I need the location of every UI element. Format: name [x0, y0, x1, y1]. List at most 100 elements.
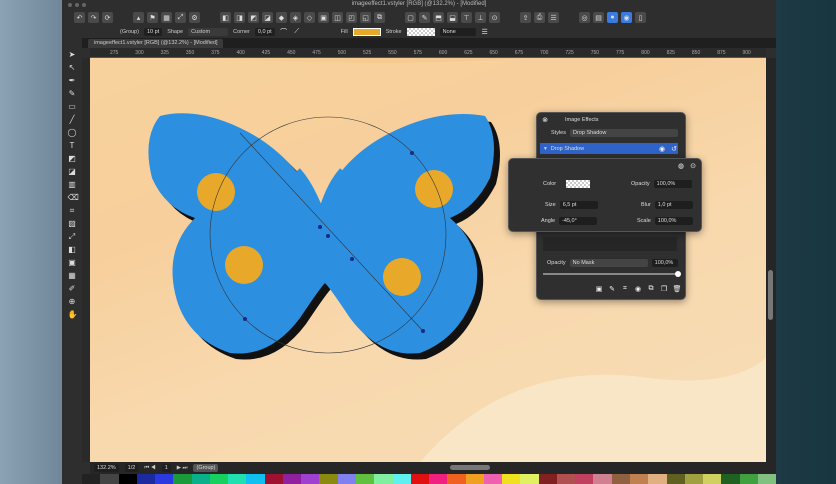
trash-icon[interactable]: 🗑 [673, 285, 682, 293]
palette-swatch[interactable] [209, 474, 229, 484]
combine-icon[interactable]: ◪ [262, 12, 273, 23]
brush-tool-icon[interactable]: ✎ [68, 89, 77, 98]
view-icon[interactable]: ◎ [579, 12, 590, 23]
crop-effect-icon[interactable]: ⌗ [621, 285, 629, 293]
stroke-width-field[interactable]: 10 pt [143, 28, 163, 36]
styles-panel-icon[interactable]: ◉ [621, 12, 632, 23]
palette-swatch[interactable] [721, 474, 740, 484]
styles-select[interactable]: Drop Shadow [569, 129, 678, 137]
edit-effect-icon[interactable]: ✎ [608, 285, 616, 293]
scale-field[interactable]: 100,0% [654, 217, 693, 225]
palette-swatch[interactable] [757, 474, 777, 484]
palette-swatch[interactable] [666, 474, 685, 484]
boolean-intersect-icon[interactable]: ◩ [248, 12, 259, 23]
stroke-options-icon[interactable]: ☰ [481, 28, 489, 36]
print-icon[interactable]: ⎙ [534, 12, 545, 23]
document-tab[interactable]: imageeffect1.vstyler [RGB] (@132.2%) - [… [88, 39, 224, 48]
group-icon[interactable]: ◈ [290, 12, 301, 23]
palette-swatch[interactable] [611, 474, 630, 484]
eyedropper-tool-icon[interactable]: ✐ [68, 284, 77, 293]
shape-select[interactable]: Custom [188, 28, 229, 36]
copy-icon[interactable]: ⧉ [647, 285, 655, 293]
shape-tool-icon[interactable]: ◩ [68, 154, 77, 163]
shadow-opacity-field[interactable]: 100,0% [653, 180, 692, 188]
palette-swatch[interactable] [173, 474, 192, 484]
eye-icon[interactable]: ◉ [658, 145, 666, 153]
palette-swatch[interactable] [447, 474, 466, 484]
palette-swatch[interactable] [264, 474, 283, 484]
zoom-field[interactable]: 132.2% [94, 464, 119, 472]
horizontal-scrollbar[interactable] [450, 465, 490, 470]
settings-icon[interactable]: ⚙ [189, 12, 200, 23]
layer-index-field[interactable]: 1 [161, 464, 171, 472]
line-tool-icon[interactable]: ╱ [68, 115, 77, 124]
fill-swatch[interactable] [352, 28, 381, 36]
add-effect-icon[interactable]: ▣ [595, 285, 603, 293]
clip-icon[interactable]: ◰ [346, 12, 357, 23]
palette-swatch[interactable] [118, 474, 137, 484]
mask-tool-icon[interactable]: ◧ [68, 245, 77, 254]
palette-swatch[interactable] [374, 474, 393, 484]
mask-select[interactable]: No Mask [569, 259, 648, 267]
palette-swatch[interactable] [136, 474, 156, 484]
color-palette[interactable] [82, 474, 777, 484]
palette-swatch[interactable] [319, 474, 338, 484]
color-settings-icon[interactable]: ◍ [677, 162, 685, 170]
boolean-subtract-icon[interactable]: ◨ [234, 12, 245, 23]
palette-swatch[interactable] [739, 474, 758, 484]
inspector-icon[interactable]: ▯ [635, 12, 646, 23]
ellipse-tool-icon[interactable]: ◯ [68, 128, 77, 137]
layer-field[interactable]: (Group) [193, 464, 219, 472]
export-icon[interactable]: ⇪ [520, 12, 531, 23]
refresh-icon[interactable]: ⟳ [102, 12, 113, 23]
palette-swatch[interactable] [410, 474, 430, 484]
redo-icon[interactable]: ↷ [88, 12, 99, 23]
palette-swatch[interactable] [246, 474, 265, 484]
palette-swatch[interactable] [155, 474, 174, 484]
image-tool-icon[interactable]: ▨ [68, 219, 77, 228]
grid-icon[interactable]: ▦ [161, 12, 172, 23]
palette-swatch[interactable] [703, 474, 722, 484]
palette-swatch[interactable] [191, 474, 210, 484]
ungroup-icon[interactable]: ◇ [304, 12, 315, 23]
layers-icon[interactable]: ☰ [548, 12, 559, 23]
transform-icon[interactable]: ⤢ [175, 12, 186, 23]
reset-icon[interactable]: ↺ [670, 145, 678, 153]
palette-swatch[interactable] [575, 474, 594, 484]
prev-page-icon[interactable]: ⏮ ◀ [144, 465, 155, 472]
blur-field[interactable]: 1,0 pt [654, 201, 693, 209]
corner-field[interactable]: 0,0 pt [254, 28, 275, 36]
palette-swatch[interactable] [100, 474, 119, 484]
mask-icon[interactable]: ◱ [360, 12, 371, 23]
palette-swatch[interactable] [556, 474, 576, 484]
node-tool-icon[interactable]: ↖ [68, 63, 77, 72]
palette-swatch[interactable] [355, 474, 375, 484]
palette-swatch[interactable] [684, 474, 704, 484]
bring-forward-icon[interactable]: ⬒ [433, 12, 444, 23]
transform-tool-icon[interactable]: ⤢ [68, 232, 77, 241]
front-icon[interactable]: ▢ [405, 12, 416, 23]
palette-swatch[interactable] [593, 474, 612, 484]
edit-icon[interactable]: ✎ [419, 12, 430, 23]
window-controls[interactable] [68, 3, 86, 7]
table-tool-icon[interactable]: ▦ [68, 271, 77, 280]
close-icon[interactable]: ⊗ [541, 116, 549, 124]
palette-swatch[interactable] [483, 474, 503, 484]
to-top-icon[interactable]: ⊤ [461, 12, 472, 23]
undo-icon[interactable]: ↶ [74, 12, 85, 23]
corner-bevel-icon[interactable]: ⟋ [293, 28, 301, 36]
pen-tool-icon[interactable]: ✒ [68, 76, 77, 85]
send-backward-icon[interactable]: ⬓ [447, 12, 458, 23]
to-bottom-icon[interactable]: ⊥ [475, 12, 486, 23]
effect-item-drop-shadow[interactable]: ▾ Drop Shadow ◉ ↺ [540, 143, 678, 154]
palette-swatch[interactable] [301, 474, 320, 484]
gradient-tool-icon[interactable]: ▥ [68, 180, 77, 189]
palette-swatch[interactable] [538, 474, 557, 484]
palette-swatch[interactable] [82, 474, 101, 484]
fill-tool-icon[interactable]: ◪ [68, 167, 77, 176]
palette-swatch[interactable] [228, 474, 247, 484]
crop-tool-icon[interactable]: ⌗ [68, 206, 77, 215]
duplicate-icon[interactable]: ⧉ [374, 12, 385, 23]
select-tool-icon[interactable]: ➤ [68, 50, 77, 59]
canvas[interactable]: ⊗ Image Effects Styles Drop Shadow ▾ Drop S… [90, 58, 766, 462]
